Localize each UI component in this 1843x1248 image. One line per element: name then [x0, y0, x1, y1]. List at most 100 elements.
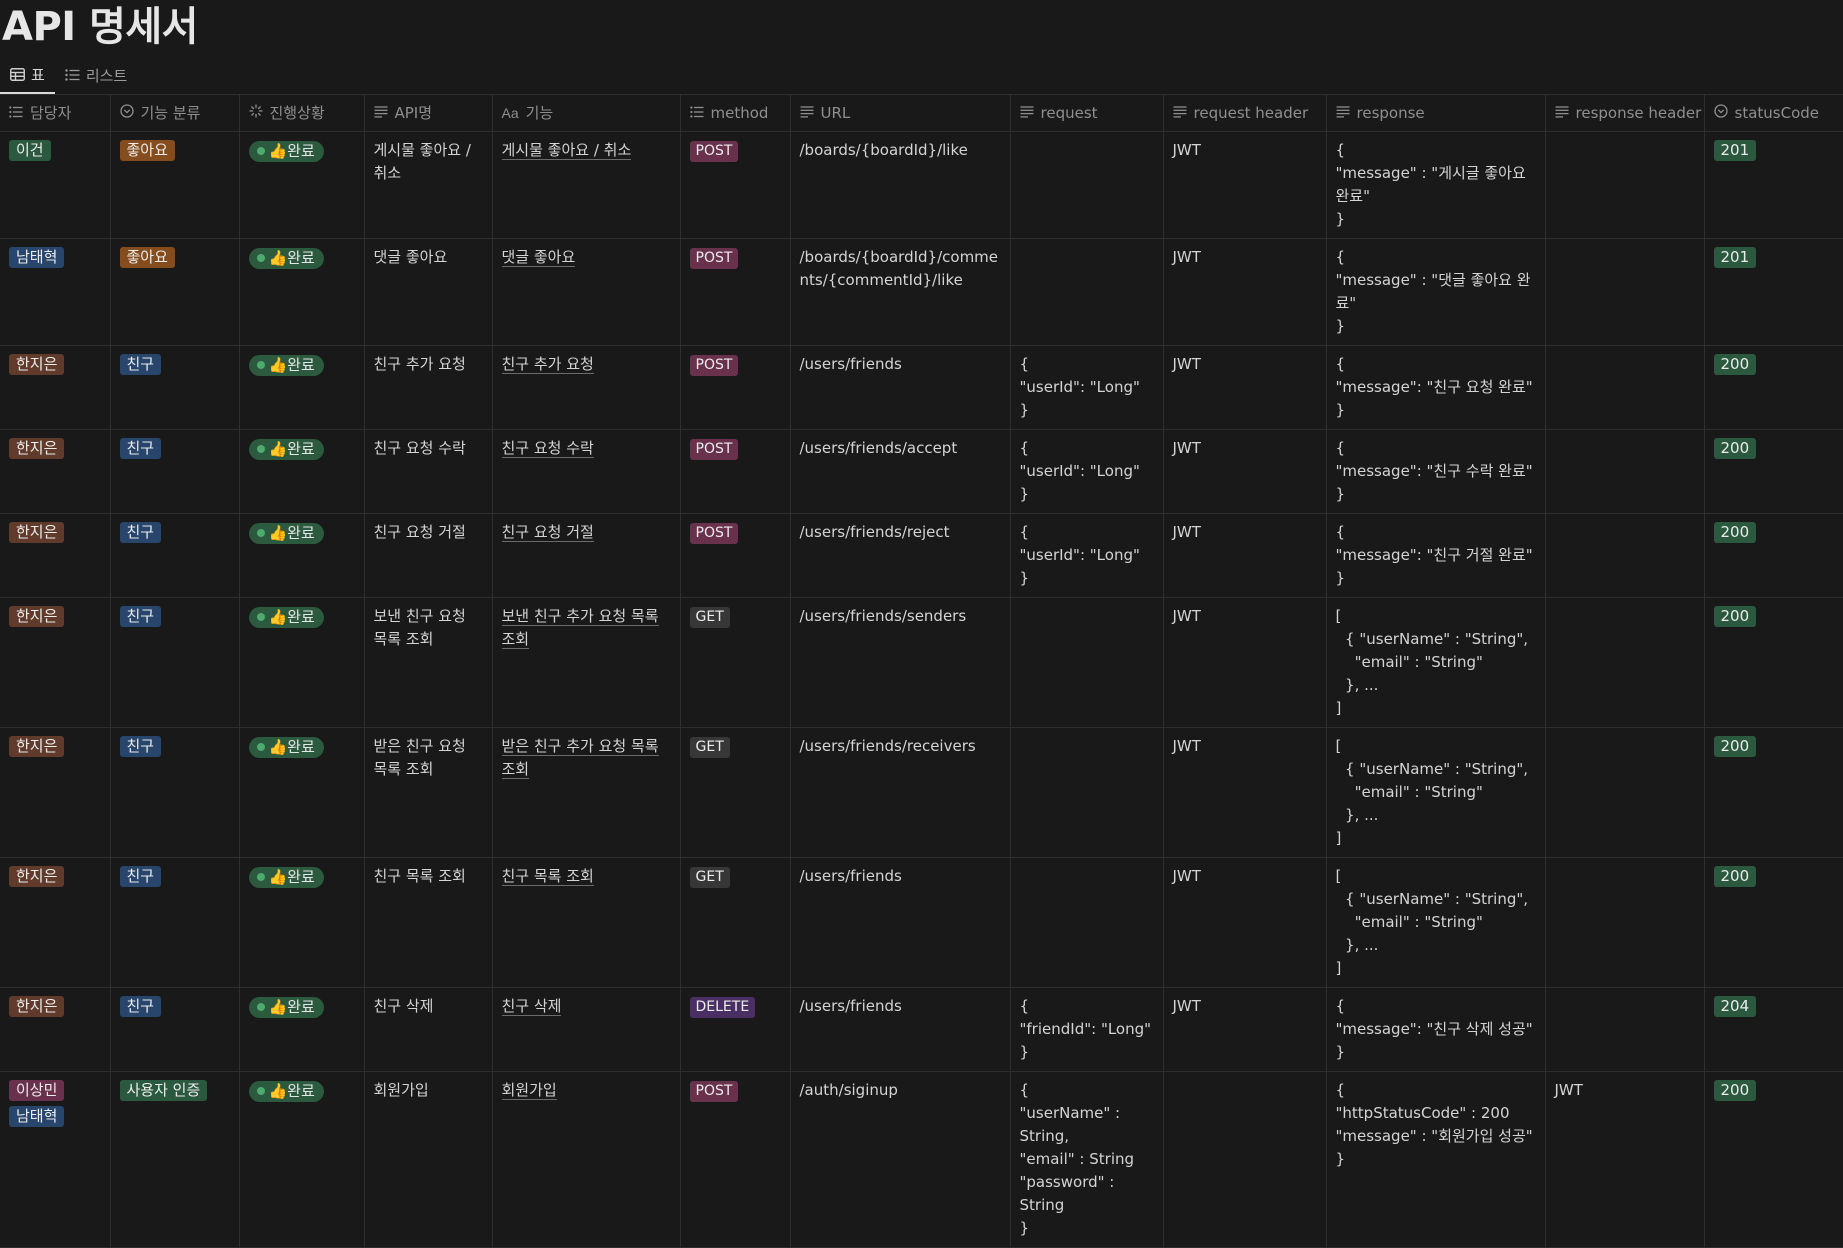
cell-method[interactable]: POST: [679, 238, 791, 346]
cell-request-header[interactable]: JWT: [1162, 345, 1327, 430]
cell-url[interactable]: /boards/{boardId}/comments/{commentId}/l…: [789, 238, 1011, 346]
cell-status[interactable]: 👍완료: [238, 429, 365, 514]
cell-request-header[interactable]: JWT: [1162, 238, 1327, 346]
cell-status[interactable]: 👍완료: [238, 238, 365, 346]
cell-category[interactable]: 친구: [109, 513, 240, 598]
cell-category[interactable]: 좋아요: [109, 131, 240, 239]
feature-title-link[interactable]: 친구 삭제: [501, 997, 562, 1016]
cell-status-code[interactable]: 200: [1703, 597, 1843, 728]
cell-response-header[interactable]: [1544, 857, 1705, 988]
cell-feature[interactable]: 게시물 좋아요 / 취소: [491, 131, 681, 239]
cell-url[interactable]: /users/friends: [789, 987, 1011, 1072]
cell-status[interactable]: 👍완료: [238, 345, 365, 430]
cell-response-header[interactable]: [1544, 238, 1705, 346]
cell-category[interactable]: 친구: [109, 429, 240, 514]
cell-request[interactable]: [1009, 727, 1164, 858]
cell-request[interactable]: [1009, 238, 1164, 346]
cell-response-header[interactable]: [1544, 429, 1705, 514]
cell-category[interactable]: 친구: [109, 987, 240, 1072]
cell-url[interactable]: /users/friends: [789, 345, 1011, 430]
cell-method[interactable]: GET: [679, 597, 791, 728]
cell-request-header[interactable]: JWT: [1162, 597, 1327, 728]
cell-owner[interactable]: 한지은: [0, 345, 111, 430]
cell-feature[interactable]: 받은 친구 추가 요청 목록 조회: [491, 727, 681, 858]
cell-status[interactable]: 👍완료: [238, 987, 365, 1072]
cell-api-name[interactable]: 친구 목록 조회: [363, 857, 493, 988]
cell-owner[interactable]: 한지은: [0, 857, 111, 988]
column-header[interactable]: API명: [363, 94, 493, 132]
cell-api-name[interactable]: 회원가입: [363, 1071, 493, 1248]
column-header[interactable]: method: [679, 94, 791, 132]
column-header[interactable]: URL: [789, 94, 1011, 132]
feature-title-link[interactable]: 댓글 좋아요: [501, 248, 576, 267]
cell-method[interactable]: POST: [679, 345, 791, 430]
cell-status-code[interactable]: 201: [1703, 131, 1843, 239]
column-header[interactable]: 담당자: [0, 94, 111, 132]
cell-status[interactable]: 👍완료: [238, 513, 365, 598]
cell-status-code[interactable]: 200: [1703, 727, 1843, 858]
cell-request[interactable]: [1009, 857, 1164, 988]
cell-request-header[interactable]: JWT: [1162, 727, 1327, 858]
tab-list-view[interactable]: 리스트: [55, 56, 137, 94]
cell-response[interactable]: { "message" : "댓글 좋아요 완료" }: [1325, 238, 1546, 346]
cell-url[interactable]: /users/friends/receivers: [789, 727, 1011, 858]
cell-request-header[interactable]: JWT: [1162, 857, 1327, 988]
table-row[interactable]: 한지은 친구 👍완료 받은 친구 요청 목록 조회 받은 친구 추가 요청 목록 조회 G…: [0, 727, 1843, 858]
column-header[interactable]: 기능 분류: [109, 94, 240, 132]
cell-url[interactable]: /users/friends/senders: [789, 597, 1011, 728]
cell-request[interactable]: [1009, 131, 1164, 239]
cell-response[interactable]: { "httpStatusCode" : 200 "message" : "회원…: [1325, 1071, 1546, 1248]
cell-feature[interactable]: 보낸 친구 추가 요청 목록 조회: [491, 597, 681, 728]
cell-url[interactable]: /auth/siginup: [789, 1071, 1011, 1248]
cell-category[interactable]: 사용자 인증: [109, 1071, 240, 1248]
table-row[interactable]: 한지은 친구 👍완료 친구 요청 거절 친구 요청 거절 POST/users/frien…: [0, 513, 1843, 598]
cell-status-code[interactable]: 200: [1703, 857, 1843, 988]
cell-feature[interactable]: 친구 요청 거절: [491, 513, 681, 598]
cell-category[interactable]: 좋아요: [109, 238, 240, 346]
cell-method[interactable]: POST: [679, 131, 791, 239]
cell-url[interactable]: /users/friends: [789, 857, 1011, 988]
cell-request-header[interactable]: JWT: [1162, 513, 1327, 598]
cell-response[interactable]: { "message": "친구 삭제 성공" }: [1325, 987, 1546, 1072]
cell-status-code[interactable]: 201: [1703, 238, 1843, 346]
column-header[interactable]: 진행상황: [238, 94, 365, 132]
cell-request-header[interactable]: JWT: [1162, 131, 1327, 239]
cell-method[interactable]: POST: [679, 429, 791, 514]
cell-method[interactable]: GET: [679, 857, 791, 988]
cell-method[interactable]: POST: [679, 1071, 791, 1248]
cell-request[interactable]: { "userName" : String, "email" : String …: [1009, 1071, 1164, 1248]
cell-status-code[interactable]: 200: [1703, 429, 1843, 514]
column-header[interactable]: request: [1009, 94, 1164, 132]
cell-response-header[interactable]: [1544, 727, 1705, 858]
cell-status-code[interactable]: 204: [1703, 987, 1843, 1072]
column-header[interactable]: request header: [1162, 94, 1327, 132]
cell-request[interactable]: { "userId": "Long" }: [1009, 429, 1164, 514]
cell-request[interactable]: { "userId": "Long" }: [1009, 513, 1164, 598]
feature-title-link[interactable]: 보낸 친구 추가 요청 목록 조회: [501, 607, 659, 649]
table-row[interactable]: 한지은 친구 👍완료 친구 목록 조회 친구 목록 조회 GET/users/friend…: [0, 857, 1843, 988]
cell-url[interactable]: /boards/{boardId}/like: [789, 131, 1011, 239]
cell-response[interactable]: { "message" : "게시글 좋아요 완료" }: [1325, 131, 1546, 239]
table-row[interactable]: 한지은 친구 👍완료 친구 삭제 친구 삭제 DELETE/users/friends { …: [0, 987, 1843, 1072]
cell-status-code[interactable]: 200: [1703, 345, 1843, 430]
cell-response[interactable]: { "message": "친구 수락 완료" }: [1325, 429, 1546, 514]
tab-table-view[interactable]: 표: [0, 56, 55, 94]
cell-category[interactable]: 친구: [109, 857, 240, 988]
column-header[interactable]: statusCode: [1703, 94, 1843, 132]
cell-api-name[interactable]: 친구 요청 거절: [363, 513, 493, 598]
cell-owner[interactable]: 한지은: [0, 597, 111, 728]
column-header[interactable]: response: [1325, 94, 1546, 132]
cell-request[interactable]: { "userId": "Long" }: [1009, 345, 1164, 430]
cell-api-name[interactable]: 보낸 친구 요청 목록 조회: [363, 597, 493, 728]
cell-api-name[interactable]: 받은 친구 요청 목록 조회: [363, 727, 493, 858]
cell-status[interactable]: 👍완료: [238, 1071, 365, 1248]
cell-category[interactable]: 친구: [109, 345, 240, 430]
cell-feature[interactable]: 친구 요청 수락: [491, 429, 681, 514]
cell-owner[interactable]: 이건: [0, 131, 111, 239]
cell-category[interactable]: 친구: [109, 727, 240, 858]
cell-api-name[interactable]: 친구 요청 수락: [363, 429, 493, 514]
feature-title-link[interactable]: 회원가입: [501, 1081, 557, 1100]
cell-method[interactable]: POST: [679, 513, 791, 598]
table-row[interactable]: 한지은 친구 👍완료 친구 요청 수락 친구 요청 수락 POST/users/frien…: [0, 429, 1843, 514]
cell-api-name[interactable]: 게시물 좋아요 / 취소: [363, 131, 493, 239]
